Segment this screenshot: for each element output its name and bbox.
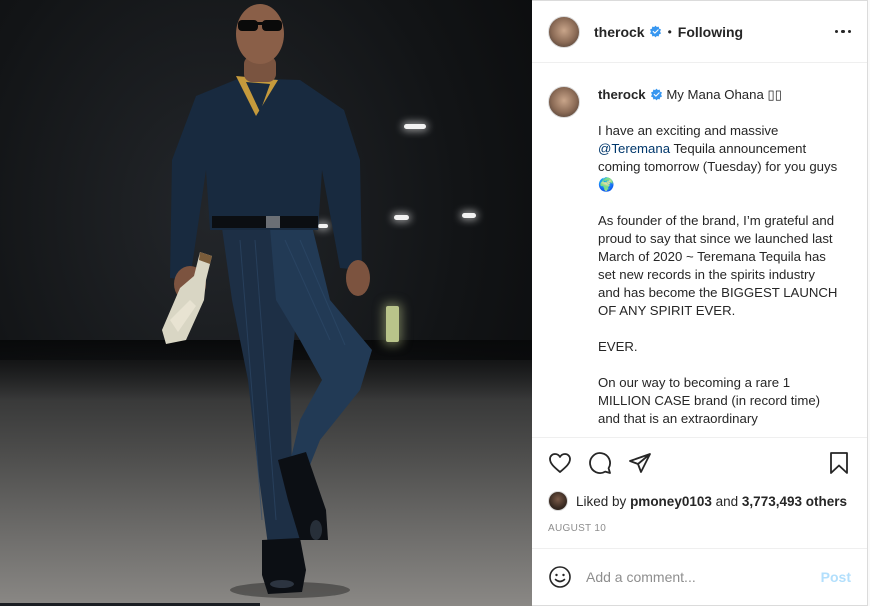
person-figure [162, 4, 372, 598]
likes-joiner: and [715, 493, 739, 509]
share-icon [629, 452, 651, 473]
caption-title-emoji: ▯▯ [767, 87, 782, 102]
likes-prefix: Liked by [576, 493, 627, 509]
likes-summary: Liked by pmoney0103 and 3,773,493 others [548, 491, 857, 511]
mention-link[interactable]: @Teremana [598, 141, 670, 156]
caption-line: 🌍 [598, 177, 615, 192]
caption-text: therock My Mana Ohana ▯▯ I have an excit… [598, 86, 851, 436]
instagram-post: therock • Following therock My Mana Ohan… [0, 0, 870, 606]
caption-line: set new records in the spirits industry [598, 267, 815, 282]
comment-bar: Post [532, 548, 867, 605]
caption-area: therock My Mana Ohana ▯▯ I have an excit… [532, 64, 867, 436]
share-button[interactable] [626, 449, 654, 477]
caption-line-text: Tequila announcement [670, 141, 807, 156]
emoji-icon[interactable] [548, 565, 572, 589]
post-header: therock • Following [532, 1, 867, 63]
caption-author-avatar[interactable] [548, 86, 580, 118]
caption-line: I have an exciting and massive [598, 123, 779, 138]
caption-line: proud to say that since we launched last [598, 231, 833, 246]
caption-line: coming tomorrow (Tuesday) for you guys [598, 159, 838, 174]
comment-button[interactable] [586, 449, 614, 477]
caption-body: I have an exciting and massive @Teremana … [598, 122, 851, 428]
follow-status-button[interactable]: Following [678, 24, 743, 40]
likes-others-link[interactable]: 3,773,493 others [742, 494, 847, 509]
caption-line: March of 2020 ~ Teremana Tequila has [598, 249, 826, 264]
caption-line: and has become the BIGGEST LAUNCH [598, 285, 838, 300]
author-avatar[interactable] [548, 15, 580, 48]
liker-username[interactable]: pmoney0103 [630, 494, 712, 509]
caption-line: On our way to becoming a rare 1 [598, 375, 791, 390]
like-button[interactable] [546, 449, 574, 477]
caption-line: MILLION CASE brand (in record time) [598, 393, 821, 408]
verified-badge-icon [650, 88, 662, 101]
heart-icon [549, 452, 571, 473]
header-separator: • [667, 24, 672, 39]
comment-icon [589, 451, 611, 474]
save-button[interactable] [825, 449, 853, 477]
caption-line: @Teremana Tequila announcement [598, 140, 851, 158]
caption-line: EVER. [598, 339, 638, 354]
post-photo[interactable] [0, 0, 532, 606]
author-username[interactable]: therock [594, 24, 645, 40]
caption-title-line: therock My Mana Ohana ▯▯ [598, 86, 851, 104]
caption-username[interactable]: therock [598, 87, 646, 102]
caption-line: and that is an extraordinary [598, 411, 758, 426]
post-side-panel: therock • Following therock My Mana Ohan… [532, 0, 868, 606]
caption-line: OF ANY SPIRIT EVER. [598, 303, 736, 318]
liker-avatar[interactable] [548, 491, 568, 511]
post-comment-button[interactable]: Post [821, 569, 851, 585]
post-date[interactable]: AUGUST 10 [548, 523, 606, 534]
caption-title: My Mana Ohana [666, 87, 764, 102]
more-options-icon[interactable] [834, 24, 851, 40]
verified-badge-icon [649, 25, 661, 38]
caption-line: As founder of the brand, I’m grateful an… [598, 213, 835, 228]
post-actions [532, 437, 867, 487]
comment-input[interactable] [586, 569, 821, 585]
bookmark-icon [830, 451, 848, 474]
